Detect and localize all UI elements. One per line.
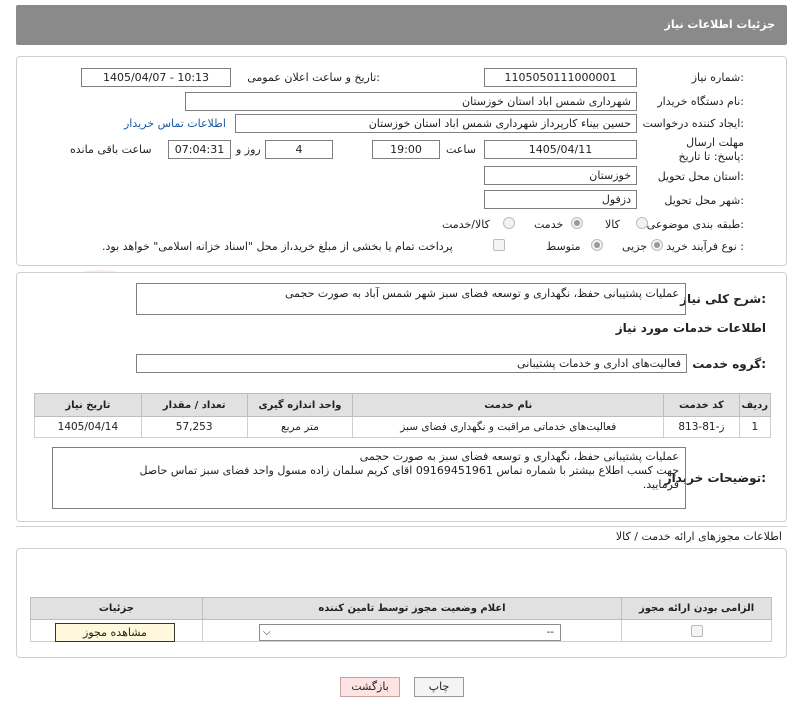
col-service-code: کد خدمت [663, 393, 740, 417]
col-quantity: تعداد / مقدار [140, 393, 248, 417]
time-remaining-label: ساعت باقی مانده [70, 143, 152, 156]
col-need-date: تاریخ نیاز [34, 393, 142, 417]
days-label: روز و [236, 143, 261, 156]
cell-service-name: فعالیت‌های خدماتی مراقبت و نگهداری فضای … [352, 416, 665, 438]
category-option-goods-service: کالا/خدمت [442, 218, 490, 231]
need-number-field: 1105050111000001 [484, 68, 637, 87]
print-button[interactable]: چاپ [414, 677, 464, 697]
category-label: طبقه بندی موضوعی: [646, 218, 744, 231]
treasury-note: پرداخت تمام یا بخشی از مبلغ خرید،از محل … [102, 240, 453, 253]
province-field: خوزستان [484, 166, 637, 185]
services-section-title: اطلاعات خدمات مورد نیاز [615, 321, 766, 335]
announce-datetime-label: تاریخ و ساعت اعلان عمومی: [247, 71, 380, 84]
buyer-notes-field: عملیات پشتیبانی حفظ، نگهداری و توسعه فضا… [52, 447, 686, 509]
city-field: دزفول [484, 190, 637, 209]
purchase-option-medium: متوسط [546, 240, 581, 253]
service-group-label: گروه خدمت: [692, 357, 766, 371]
buyer-notes-line-1: عملیات پشتیبانی حفظ، نگهداری و توسعه فضا… [359, 450, 679, 463]
category-option-service: خدمت [534, 218, 564, 231]
permit-required-checkbox [690, 624, 703, 637]
buyer-org-field: شهرداری شمس اباد استان خوزستان [185, 92, 637, 111]
need-number-label: شماره نیاز: [691, 71, 744, 84]
deadline-date-field: 1405/04/11 [484, 140, 637, 159]
col-unit: واحد اندازه گیری [246, 393, 354, 417]
category-radio-goods[interactable] [636, 217, 648, 229]
cell-quantity: 57,253 [140, 416, 248, 438]
category-option-goods: کالا [605, 218, 620, 231]
requester-label: ایجاد کننده درخواست: [642, 117, 744, 130]
buyer-notes-line-3: فرمایید. [642, 478, 679, 491]
col-row: ردیف [738, 393, 772, 417]
city-label: شهر محل تحویل: [664, 194, 744, 207]
summary-text: عملیات پشتیبانی حفظ، نگهداری و توسعه فضا… [284, 287, 679, 300]
permit-status-select[interactable]: ⌵ -- [259, 624, 561, 641]
deadline-time-label: ساعت [446, 143, 476, 156]
cell-row: 1 [738, 416, 772, 438]
buyer-org-label: نام دستگاه خریدار: [657, 95, 744, 108]
purchase-radio-minor[interactable] [651, 239, 663, 251]
col-permit-details: جزئیات [30, 597, 203, 620]
cell-service-code: ز-81-813 [663, 416, 740, 438]
view-permit-button[interactable]: مشاهده مجوز [55, 623, 175, 642]
buyer-contact-link[interactable]: اطلاعات تماس خریدار [124, 117, 226, 130]
col-permit-required: الزامی بودن ارائه مجوز [621, 597, 772, 620]
time-remaining-field: 07:04:31 [168, 140, 231, 159]
summary-label: شرح کلی نیاز: [680, 292, 766, 306]
category-radio-service[interactable] [571, 217, 583, 229]
permits-section-title: اطلاعات مجوزهای ارائه خدمت / کالا [615, 530, 782, 543]
cell-permit-required [621, 619, 772, 642]
page-title: جزئیات اطلاعات نیاز [664, 18, 776, 31]
days-remaining-field: 4 [265, 140, 333, 159]
cell-unit: متر مربع [246, 416, 354, 438]
purchase-type-label: نوع فرآیند خرید : [666, 240, 744, 253]
buyer-notes-line-2: جهت کسب اطلاع بیشتر با شماره تماس 091694… [139, 464, 679, 477]
treasury-checkbox[interactable] [493, 239, 505, 251]
deadline-time-field: 19:00 [372, 140, 440, 159]
service-group-field: فعالیت‌های اداری و خدمات پشتیبانی [136, 354, 687, 373]
permits-divider [16, 526, 787, 527]
deadline-label: مهلت ارسال پاسخ: تا تاریخ: [678, 136, 744, 163]
col-service-name: نام خدمت [352, 393, 665, 417]
services-table: ردیف کد خدمت نام خدمت واحد اندازه گیری ت… [34, 393, 772, 438]
purchase-option-minor: جزیی [622, 240, 648, 253]
cell-need-date: 1405/04/14 [34, 416, 142, 438]
page-header: جزئیات اطلاعات نیاز [16, 5, 787, 45]
permit-status-value: -- [546, 627, 554, 638]
back-button[interactable]: بازگشت [340, 677, 400, 697]
table-row: 1 ز-81-813 فعالیت‌های خدماتی مراقبت و نگ… [34, 416, 772, 438]
province-label: استان محل تحویل: [657, 170, 744, 183]
requester-field: حسین بیناء کارپرداز شهرداری شمس اباد است… [235, 114, 637, 133]
col-permit-status: اعلام وضعیت مجوز توسط تامین کننده [201, 597, 623, 620]
announce-datetime-field: 1405/04/07 - 10:13 [81, 68, 231, 87]
chevron-down-icon: ⌵ [263, 627, 271, 638]
summary-field: عملیات پشتیبانی حفظ، نگهداری و توسعه فضا… [136, 283, 686, 315]
purchase-radio-medium[interactable] [591, 239, 603, 251]
category-radio-goods-service[interactable] [503, 217, 515, 229]
